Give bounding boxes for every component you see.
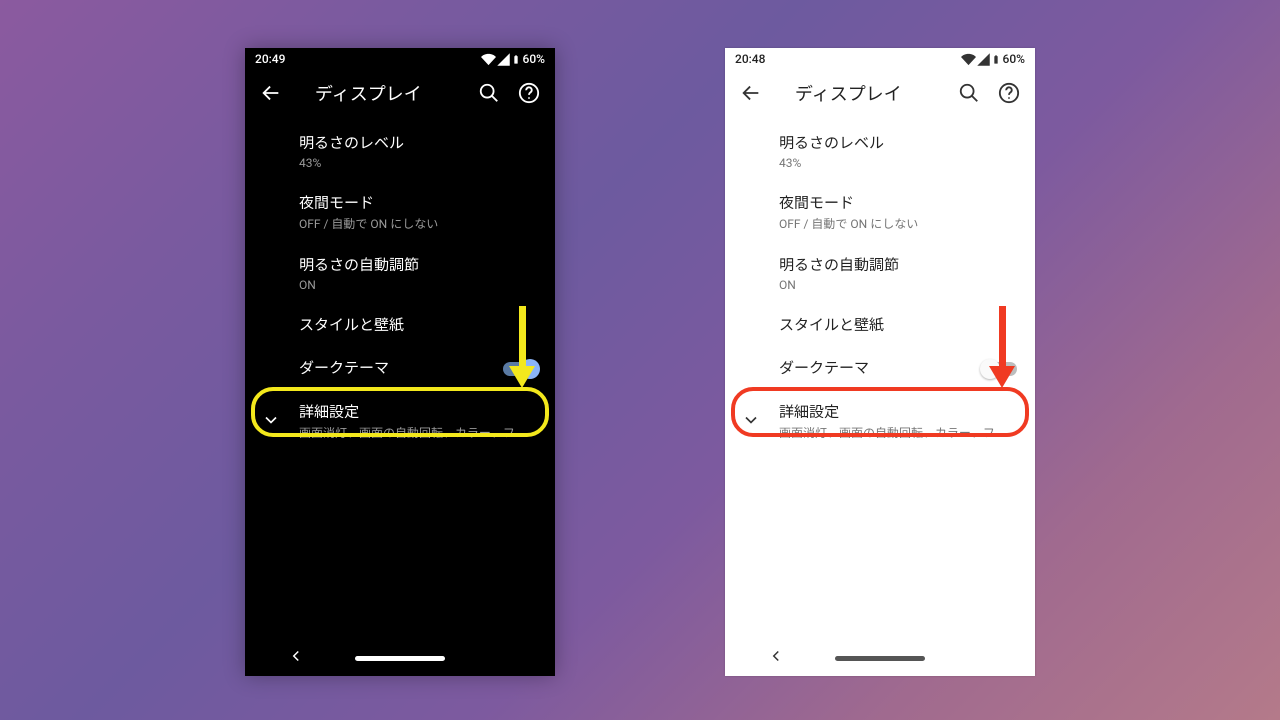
signal-icon (976, 52, 991, 67)
help-icon (518, 82, 540, 104)
chevron-down-icon (261, 410, 281, 430)
expand-icon (261, 410, 281, 434)
row-value: OFF / 自動で ON にしない (779, 215, 1017, 232)
phone-dark: 20:49 60% ディスプレイ 明るさのレベル 43% (245, 48, 555, 676)
page-title: ディスプレイ (795, 80, 949, 106)
row-night-mode[interactable]: 夜間モード OFF / 自動で ON にしない (245, 182, 555, 245)
system-nav (245, 640, 555, 676)
phone-light: 20:48 60% ディスプレイ 明るさのレベル 43% (725, 48, 1035, 676)
help-button[interactable] (509, 73, 549, 113)
row-night-mode[interactable]: 夜間モード OFF / 自動で ON にしない (725, 182, 1035, 245)
row-value: 画面消灯、画面の自動回転、カラー、フ... (779, 424, 1017, 441)
annotation-arrow (509, 306, 535, 388)
battery-percent: 60% (523, 52, 545, 66)
help-icon (998, 82, 1020, 104)
signal-icon (496, 52, 511, 67)
search-icon (958, 82, 980, 104)
wifi-icon (481, 52, 496, 67)
search-icon (478, 82, 500, 104)
settings-list: 明るさのレベル 43% 夜間モード OFF / 自動で ON にしない 明るさの… (725, 116, 1035, 640)
row-value: 画面消灯、画面の自動回転、カラー、フ... (299, 424, 537, 441)
wifi-icon (961, 52, 976, 67)
row-label: 明るさの自動調節 (299, 256, 537, 276)
annotation-arrow (989, 306, 1015, 388)
page-title: ディスプレイ (315, 80, 469, 106)
app-bar: ディスプレイ (725, 70, 1035, 116)
row-advanced[interactable]: 詳細設定 画面消灯、画面の自動回転、カラー、フ... (725, 391, 1035, 454)
battery-icon (991, 52, 1001, 67)
row-label: 明るさのレベル (299, 134, 537, 154)
row-value: ON (299, 278, 537, 292)
row-label: スタイルと壁紙 (779, 316, 1017, 336)
row-label: ダークテーマ (779, 359, 983, 379)
row-label: 明るさの自動調節 (779, 256, 1017, 276)
expand-icon (741, 410, 761, 434)
row-value: OFF / 自動で ON にしない (299, 215, 537, 232)
back-button[interactable] (731, 73, 771, 113)
row-label: 詳細設定 (299, 403, 537, 423)
row-adaptive-brightness[interactable]: 明るさの自動調節 ON (725, 244, 1035, 304)
search-button[interactable] (949, 73, 989, 113)
row-label: 夜間モード (299, 194, 537, 214)
nav-home-pill[interactable] (355, 656, 445, 661)
system-nav (725, 640, 1035, 676)
row-label: 詳細設定 (779, 403, 1017, 423)
status-bar: 20:48 60% (725, 48, 1035, 70)
back-button[interactable] (251, 73, 291, 113)
settings-list: 明るさのレベル 43% 夜間モード OFF / 自動で ON にしない 明るさの… (245, 116, 555, 640)
status-time: 20:49 (255, 52, 285, 66)
row-brightness[interactable]: 明るさのレベル 43% (245, 122, 555, 182)
nav-back[interactable] (767, 647, 785, 669)
chevron-left-icon (287, 647, 305, 665)
chevron-down-icon (741, 410, 761, 430)
row-value: ON (779, 278, 1017, 292)
nav-back[interactable] (287, 647, 305, 669)
battery-percent: 60% (1003, 52, 1025, 66)
row-brightness[interactable]: 明るさのレベル 43% (725, 122, 1035, 182)
row-value: 43% (779, 156, 1017, 170)
row-label: 明るさのレベル (779, 134, 1017, 154)
row-label: ダークテーマ (299, 359, 503, 379)
nav-home-pill[interactable] (835, 656, 925, 661)
battery-icon (511, 52, 521, 67)
status-bar: 20:49 60% (245, 48, 555, 70)
chevron-left-icon (767, 647, 785, 665)
search-button[interactable] (469, 73, 509, 113)
row-advanced[interactable]: 詳細設定 画面消灯、画面の自動回転、カラー、フ... (245, 391, 555, 454)
status-right: 60% (481, 52, 545, 67)
row-adaptive-brightness[interactable]: 明るさの自動調節 ON (245, 244, 555, 304)
app-bar: ディスプレイ (245, 70, 555, 116)
row-label: スタイルと壁紙 (299, 316, 537, 336)
comparison-canvas: 20:49 60% ディスプレイ 明るさのレベル 43% (0, 0, 1280, 720)
status-right: 60% (961, 52, 1025, 67)
help-button[interactable] (989, 73, 1029, 113)
arrow-back-icon (740, 82, 762, 104)
arrow-back-icon (260, 82, 282, 104)
row-value: 43% (299, 156, 537, 170)
row-label: 夜間モード (779, 194, 1017, 214)
status-time: 20:48 (735, 52, 765, 66)
